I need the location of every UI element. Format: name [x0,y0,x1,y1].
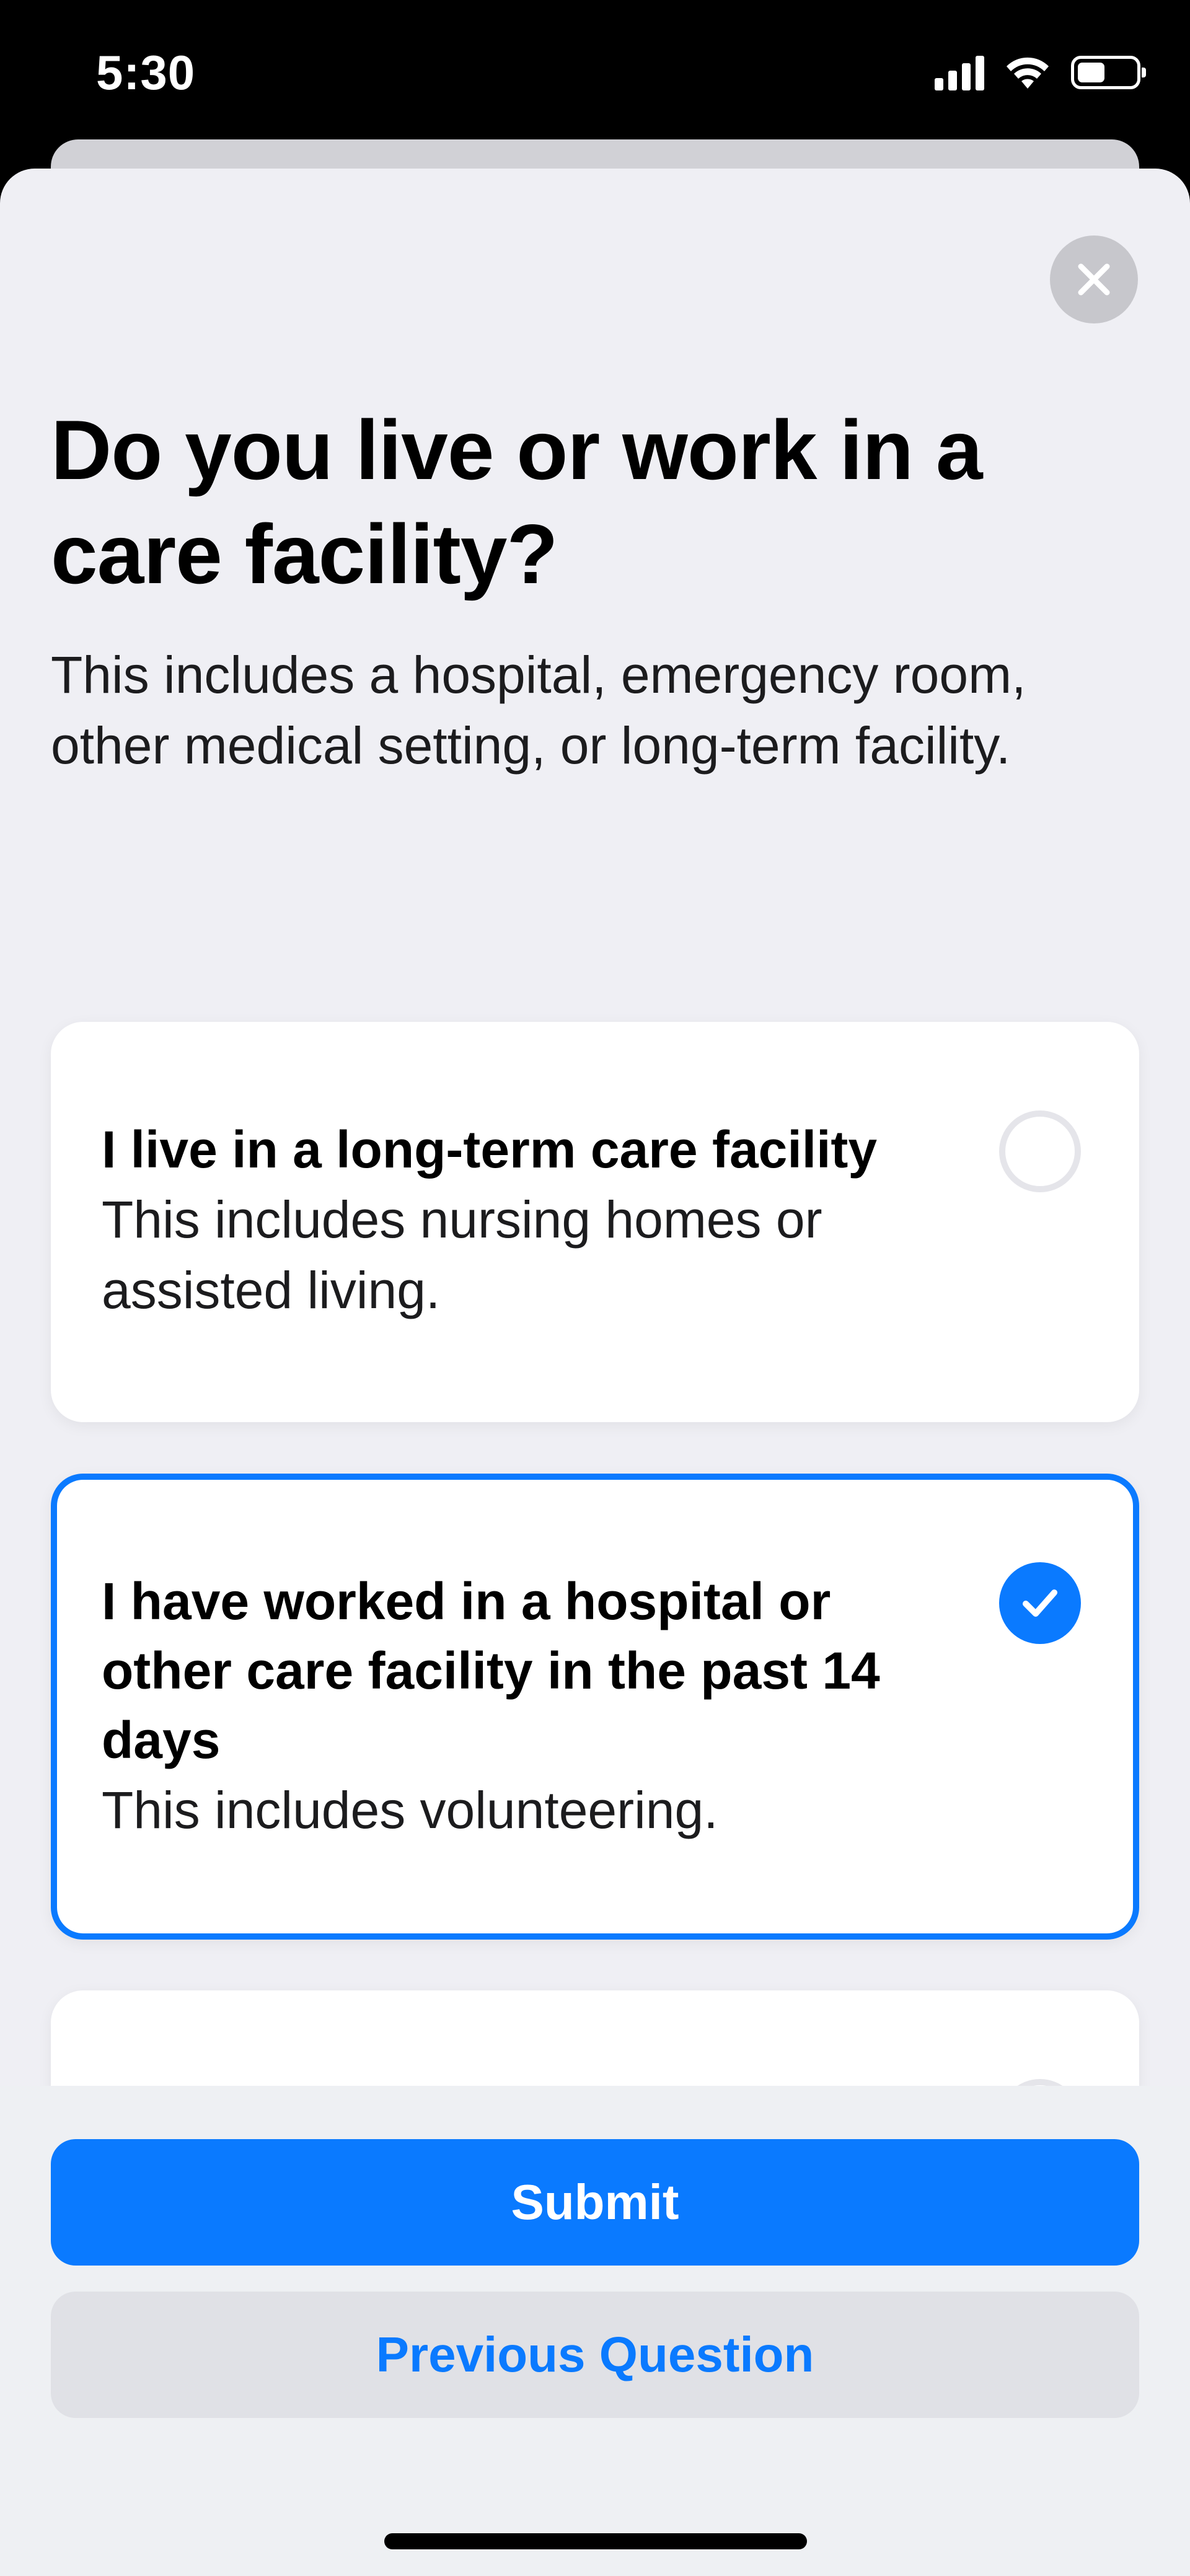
option-description: This includes nursing homes or assisted … [102,1190,822,1319]
battery-icon [1071,56,1146,89]
page-title: Do you live or work in a care facility? [51,403,983,601]
option-worked-in-hospital[interactable]: I have worked in a hospital or other car… [51,1474,1139,1940]
previous-question-button[interactable]: Previous Question [51,2292,1139,2418]
option-title: I plan to work in a hospital or other ca… [102,2077,957,2086]
option-title: I live in a long-term care facility [102,1120,878,1179]
close-icon [1078,263,1110,296]
close-button[interactable] [1050,235,1138,323]
option-description: This includes volunteering. [102,1781,718,1839]
option-title: I have worked in a hospital or other car… [102,1572,880,1769]
option-plan-to-work-in-hospital[interactable]: I plan to work in a hospital or other ca… [51,1990,1139,2086]
status-time: 5:30 [96,45,196,100]
home-indicator [384,2533,807,2549]
question-sheet: Do you live or work in a care facility? … [0,169,1190,2576]
submit-button[interactable]: Submit [51,2139,1139,2266]
status-icons [935,55,1146,90]
wifi-icon [1007,57,1049,89]
cellular-signal-icon [935,55,984,90]
bottom-actions: Submit Previous Question [0,2086,1190,2576]
options-list[interactable]: I live in a long-term care facility This… [0,838,1190,2086]
radio-unchecked-icon[interactable] [999,1110,1081,1192]
status-bar: 5:30 [0,0,1190,143]
option-live-long-term-care[interactable]: I live in a long-term care facility This… [51,1022,1139,1422]
radio-unchecked-icon[interactable] [999,2079,1081,2086]
checkmark-icon[interactable] [999,1562,1081,1644]
page-subtitle: This includes a hospital, emergency room… [51,646,1026,775]
